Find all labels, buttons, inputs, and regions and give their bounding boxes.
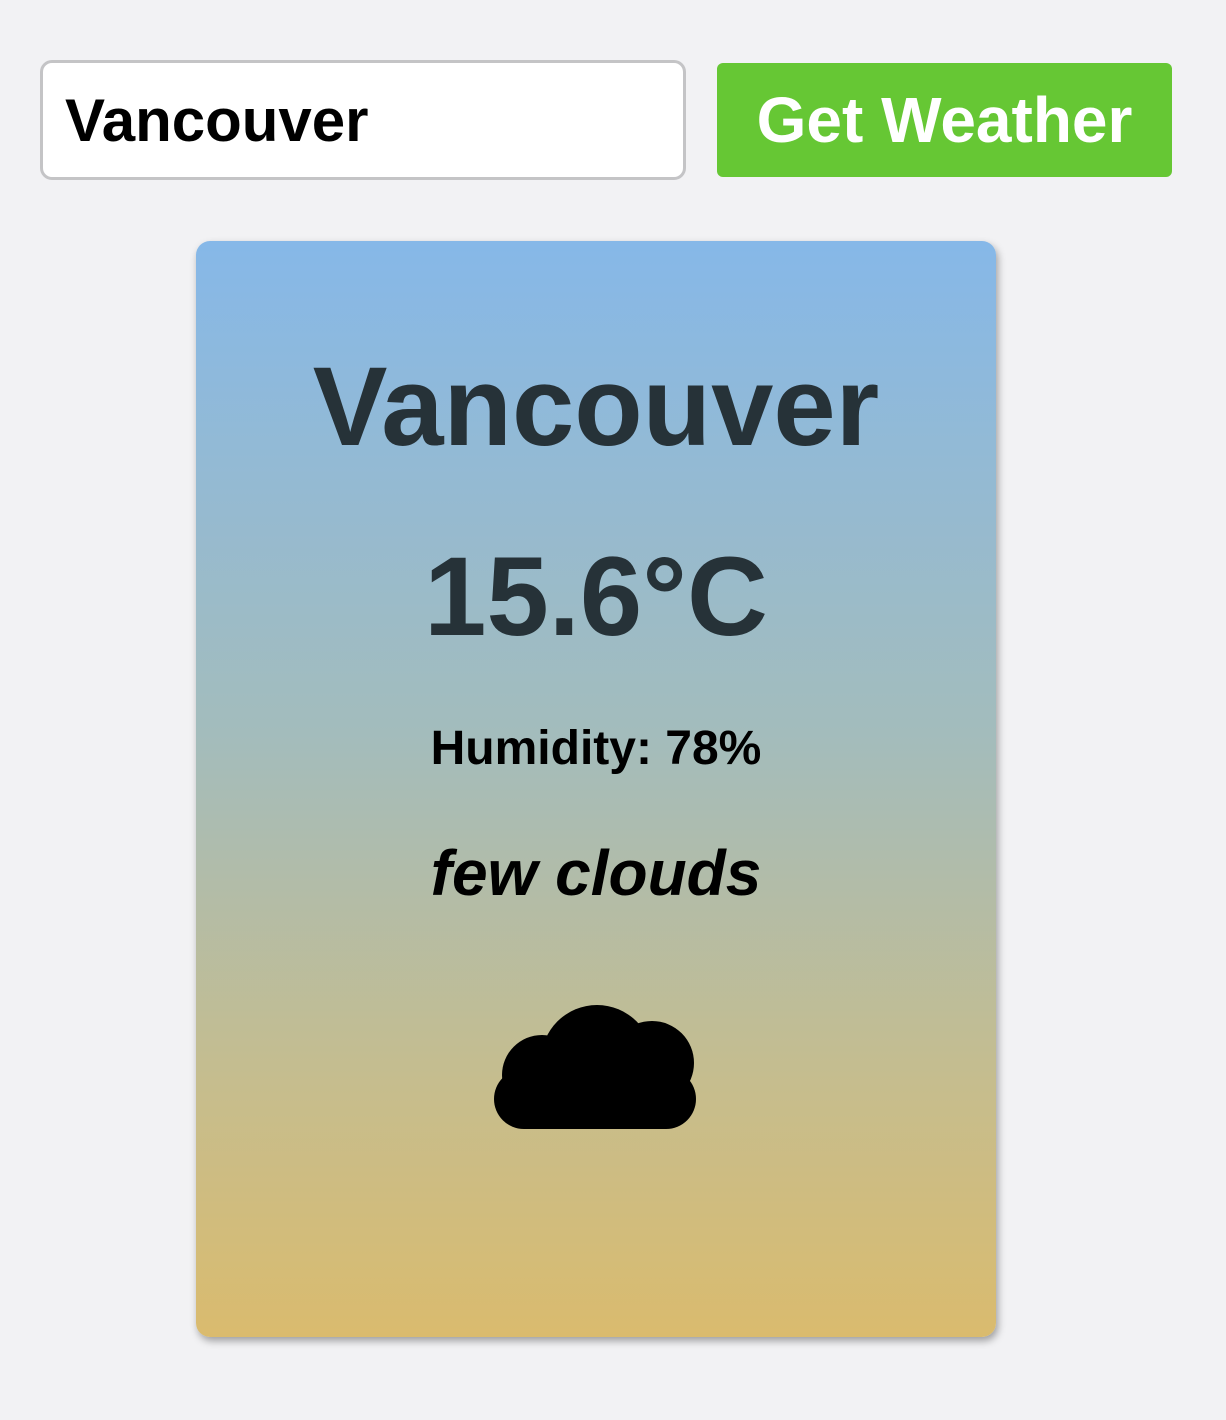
humidity: Humidity: 78% — [430, 722, 762, 775]
weather-description: few clouds — [430, 837, 762, 909]
city-name: Vancouver — [312, 344, 880, 469]
get-weather-button[interactable]: Get Weather — [717, 63, 1172, 177]
weather-card: Vancouver 15.6°C Humidity: 78% few cloud… — [196, 241, 996, 1337]
search-bar: Get Weather — [40, 60, 1172, 180]
city-input[interactable] — [40, 60, 686, 180]
cloud-icon — [492, 1005, 702, 1131]
temperature: 15.6°C — [424, 534, 768, 659]
